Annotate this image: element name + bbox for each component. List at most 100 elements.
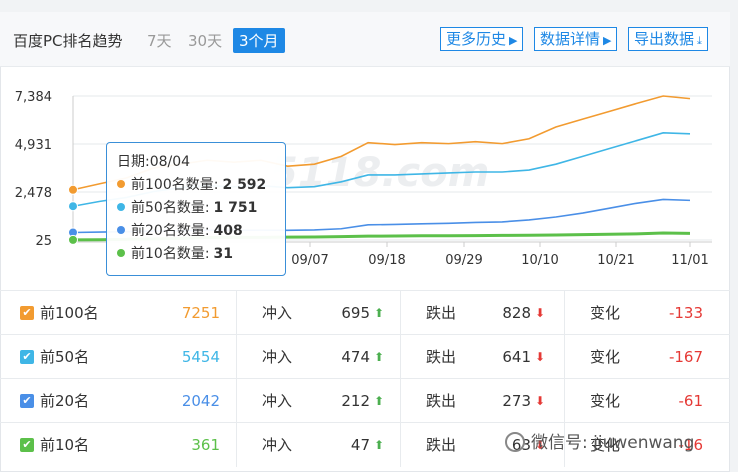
x-tick-label: 10/10 bbox=[521, 253, 558, 268]
tooltip-value: 31 bbox=[213, 246, 234, 262]
tooltip-label: 前20名数量: bbox=[131, 223, 210, 239]
divider bbox=[400, 335, 401, 379]
change-value: -133 bbox=[668, 304, 703, 322]
tooltip-label: 前10名数量: bbox=[131, 246, 210, 262]
x-tick-label: 09/18 bbox=[368, 253, 405, 268]
tooltip-date: 日期:08/04 bbox=[117, 154, 191, 170]
tooltip-value: 1 751 bbox=[213, 200, 258, 216]
panel-title: 百度PC排名趋势 bbox=[13, 32, 123, 50]
out-label: 跌出 bbox=[426, 392, 457, 410]
series-dot bbox=[117, 180, 125, 188]
check-icon: ✔ bbox=[22, 394, 32, 407]
range-3m[interactable]: 3个月 bbox=[233, 28, 285, 53]
in-value: 47 bbox=[350, 436, 370, 454]
table-row: ✔ 前20名 2042 冲入 212 ⬆ 跌出 273 ⬇ 变化 -61 bbox=[0, 378, 730, 423]
checkbox[interactable]: ✔ bbox=[20, 350, 34, 364]
tooltip-label: 前100名数量: bbox=[131, 177, 219, 193]
change-label: 变化 bbox=[590, 304, 621, 322]
x-tick-label: 10/21 bbox=[597, 253, 634, 268]
series-marker bbox=[68, 184, 78, 195]
out-label: 跌出 bbox=[426, 304, 457, 322]
series-dot bbox=[117, 203, 125, 211]
divider bbox=[236, 423, 237, 467]
table-row: ✔ 前50名 5454 冲入 474 ⬆ 跌出 641 ⬇ 变化 -167 bbox=[0, 334, 730, 379]
download-icon: ⤓ bbox=[697, 34, 702, 47]
row-count: 361 bbox=[191, 436, 220, 454]
row-name: 前50名 bbox=[40, 348, 90, 366]
arrow-down-icon: ⬇ bbox=[535, 350, 546, 364]
x-tick-label: 09/29 bbox=[445, 253, 482, 268]
row-count: 2042 bbox=[181, 392, 220, 410]
wechat-id: 微信号: jiuwenwang bbox=[531, 433, 695, 453]
change-value: -167 bbox=[668, 348, 703, 366]
in-label: 冲入 bbox=[262, 436, 293, 454]
tooltip-item: 前10名数量: 31 bbox=[117, 243, 275, 266]
in-label: 冲入 bbox=[262, 348, 293, 366]
range-30d[interactable]: 30天 bbox=[188, 30, 222, 51]
out-value: 641 bbox=[502, 348, 531, 366]
chart-tooltip: 日期:08/04 前100名数量: 2 592 前50名数量: 1 751 前20名数量… bbox=[106, 142, 286, 276]
in-value: 212 bbox=[341, 392, 370, 410]
arrow-up-icon: ⬆ bbox=[374, 350, 385, 364]
in-label: 冲入 bbox=[262, 304, 293, 322]
data-details-button[interactable]: 数据详情 ▶ bbox=[534, 27, 618, 51]
divider bbox=[236, 335, 237, 379]
more-history-button[interactable]: 更多历史 ▶ bbox=[440, 27, 524, 51]
row-name: 前10名 bbox=[40, 436, 90, 454]
divider bbox=[564, 335, 565, 379]
y-tick-label: 2,478 bbox=[15, 186, 52, 201]
divider bbox=[564, 291, 565, 335]
out-label: 跌出 bbox=[426, 436, 457, 454]
more-history-label: 更多历史 bbox=[446, 30, 507, 48]
wechat-watermark: 微信号: jiuwenwang bbox=[505, 428, 694, 453]
check-icon: ✔ bbox=[22, 438, 32, 451]
out-label: 跌出 bbox=[426, 348, 457, 366]
series-dot bbox=[117, 249, 125, 257]
divider bbox=[400, 291, 401, 335]
arrow-down-icon: ⬇ bbox=[535, 306, 546, 320]
change-label: 变化 bbox=[590, 392, 621, 410]
row-count: 5454 bbox=[181, 348, 220, 366]
x-tick-label: 11/01 bbox=[671, 253, 708, 268]
out-value: 828 bbox=[502, 304, 531, 322]
export-data-label: 导出数据 bbox=[634, 30, 695, 48]
data-details-label: 数据详情 bbox=[540, 30, 601, 48]
tooltip-item: 前100名数量: 2 592 bbox=[117, 174, 275, 197]
y-tick-label: 7,384 bbox=[15, 90, 52, 105]
checkbox[interactable]: ✔ bbox=[20, 306, 34, 320]
tooltip-label: 前50名数量: bbox=[131, 200, 210, 216]
arrow-right-icon: ▶ bbox=[509, 34, 518, 47]
checkbox[interactable]: ✔ bbox=[20, 438, 34, 452]
range-7d[interactable]: 7天 bbox=[147, 30, 172, 51]
wechat-icon bbox=[505, 432, 525, 452]
arrow-up-icon: ⬆ bbox=[374, 306, 385, 320]
series-dot bbox=[117, 226, 125, 234]
x-tick-label: 09/07 bbox=[291, 253, 328, 268]
divider bbox=[400, 423, 401, 467]
tooltip-item: 前50名数量: 1 751 bbox=[117, 197, 275, 220]
arrow-up-icon: ⬆ bbox=[374, 438, 385, 452]
export-data-button[interactable]: 导出数据 ⤓ bbox=[628, 27, 708, 51]
table-row: ✔ 前100名 7251 冲入 695 ⬆ 跌出 828 ⬇ 变化 -133 bbox=[0, 290, 730, 335]
check-icon: ✔ bbox=[22, 350, 32, 363]
row-name: 前20名 bbox=[40, 392, 90, 410]
checkbox[interactable]: ✔ bbox=[20, 394, 34, 408]
divider bbox=[236, 379, 237, 423]
series-marker bbox=[68, 201, 78, 212]
y-tick-label: 25 bbox=[35, 234, 52, 249]
tooltip-value: 2 592 bbox=[222, 177, 267, 193]
change-label: 变化 bbox=[590, 348, 621, 366]
in-value: 695 bbox=[341, 304, 370, 322]
arrow-up-icon: ⬆ bbox=[374, 394, 385, 408]
divider bbox=[236, 291, 237, 335]
check-icon: ✔ bbox=[22, 306, 32, 319]
row-name: 前100名 bbox=[40, 304, 99, 322]
tooltip-item: 前20名数量: 408 bbox=[117, 220, 275, 243]
out-value: 273 bbox=[502, 392, 531, 410]
in-value: 474 bbox=[341, 348, 370, 366]
change-value: -61 bbox=[678, 392, 704, 410]
divider bbox=[400, 379, 401, 423]
arrow-down-icon: ⬇ bbox=[535, 394, 546, 408]
top-band bbox=[0, 0, 738, 12]
arrow-right-icon: ▶ bbox=[603, 34, 612, 47]
